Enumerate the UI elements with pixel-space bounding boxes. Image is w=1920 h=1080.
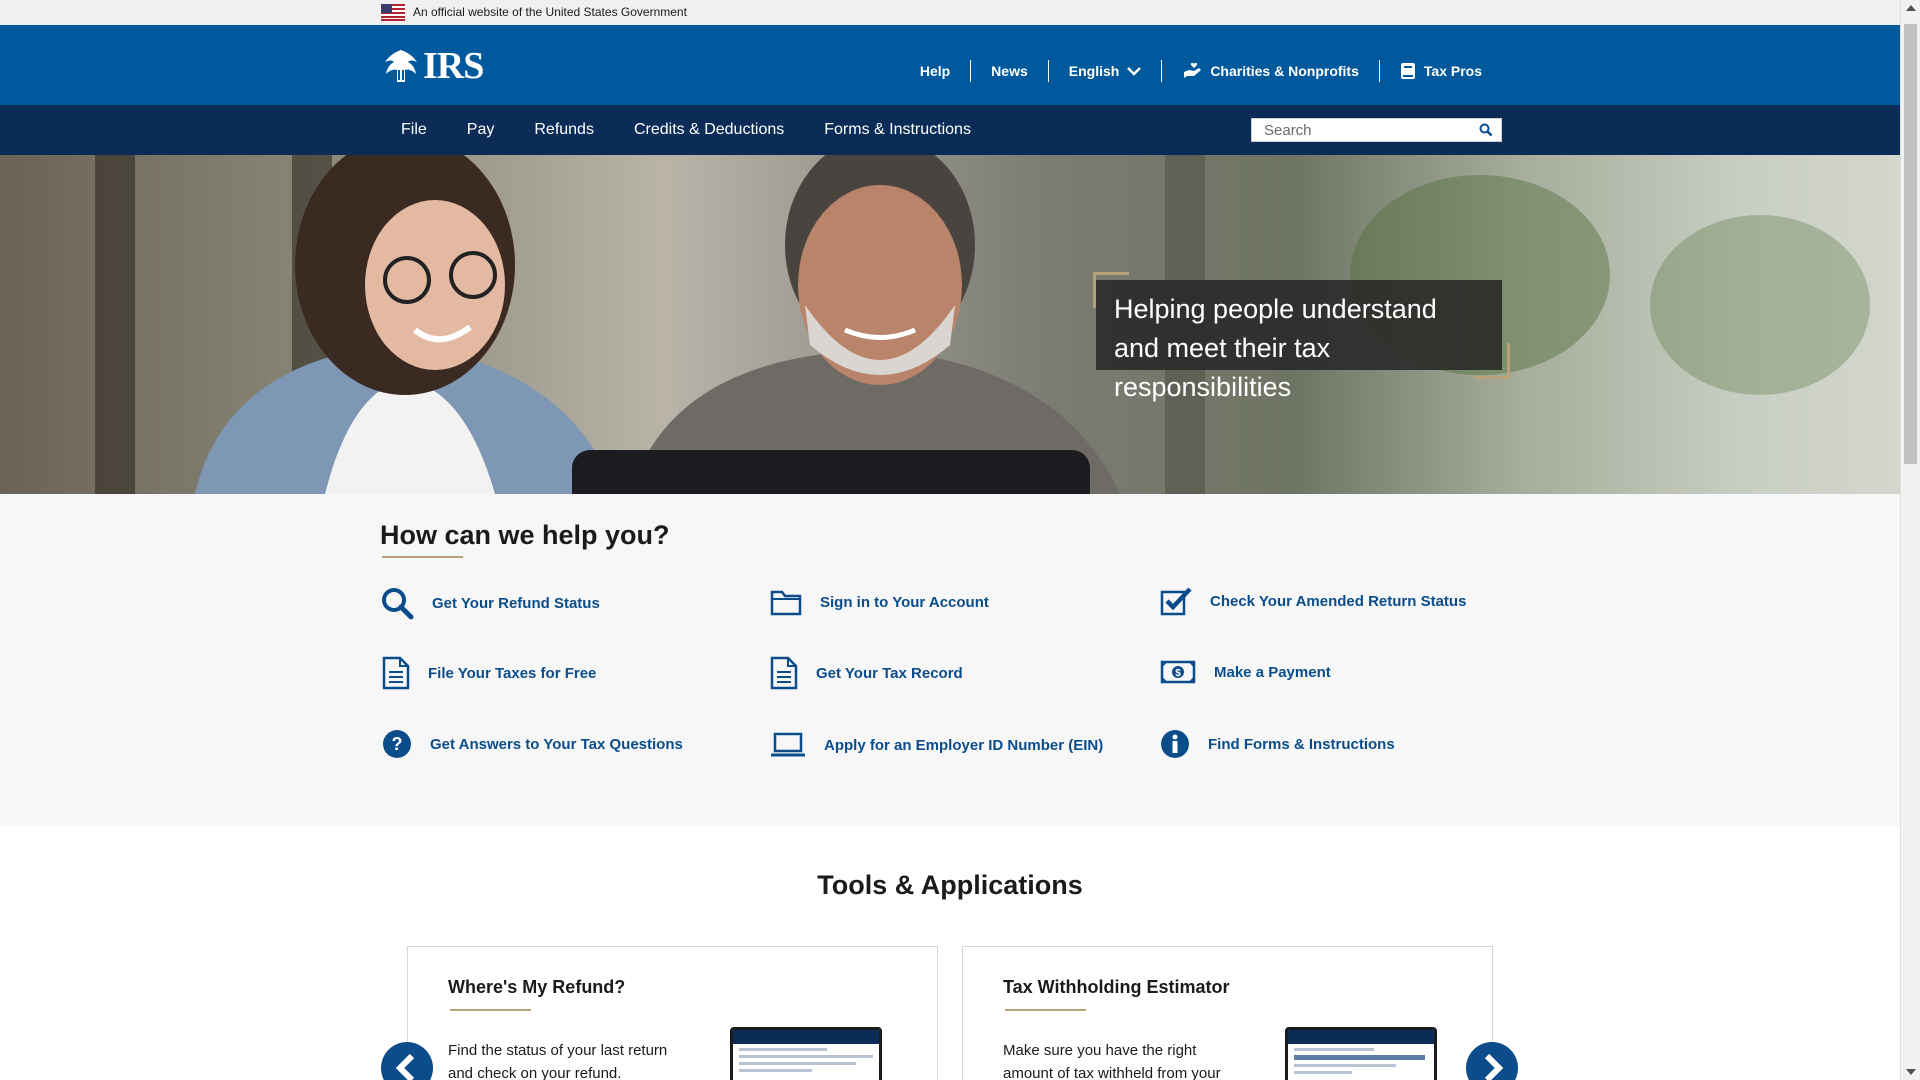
tool-card-title: Tax Withholding Estimator: [1003, 977, 1230, 997]
tools-section: Tools & Applications Where's My Refund? …: [0, 826, 1900, 1080]
help-link-apply-ein[interactable]: Apply for an Employer ID Number (EIN): [770, 732, 1103, 758]
chevron-right-icon: [1484, 1054, 1504, 1080]
nav-credits-deductions[interactable]: Credits & Deductions: [614, 121, 804, 139]
help-link-label: File Your Taxes for Free: [428, 664, 597, 682]
chevron-left-icon: [395, 1054, 415, 1080]
tool-card-screenshot: [730, 1027, 882, 1080]
tool-card-text: Find the status of your last return and …: [448, 1042, 668, 1080]
help-link-label: Apply for an Employer ID Number (EIN): [824, 736, 1104, 754]
folder-icon: [770, 590, 802, 616]
help-link-label: Sign in to Your Account: [820, 593, 989, 611]
language-label: English: [1068, 63, 1120, 79]
hero-laptop: [572, 450, 1090, 494]
search-icon: [382, 588, 414, 620]
heading-underline: [450, 1009, 531, 1011]
nav-file[interactable]: File: [381, 121, 447, 139]
money-icon: $: [1160, 660, 1196, 684]
help-link-label: Check Your Amended Return Status: [1210, 592, 1467, 610]
question-icon: ?: [383, 730, 411, 758]
help-heading: How can we help you?: [380, 520, 670, 550]
tool-card-text: Make sure you have the right amount of t…: [1003, 1042, 1221, 1080]
logo-text: IRS: [423, 45, 484, 87]
help-link-label: Get Your Refund Status: [432, 594, 600, 612]
checkbox-icon: [1160, 587, 1192, 616]
help-link-find-forms[interactable]: Find Forms & Instructions: [1160, 729, 1395, 759]
hero-plants: [1650, 215, 1870, 395]
eagle-icon: [385, 50, 417, 82]
heading-underline: [1005, 1009, 1086, 1011]
us-flag-icon: [381, 4, 405, 21]
gov-banner-text: An official website of the United States…: [413, 5, 687, 19]
help-link-file-free[interactable]: File Your Taxes for Free: [382, 656, 596, 690]
utility-nav: Help News English Charities & Nonprofits: [900, 60, 1502, 82]
hero-callout-text: Helping people understand and meet their…: [1114, 294, 1437, 402]
scrollbar-thumb[interactable]: [1904, 24, 1917, 464]
vertical-scrollbar[interactable]: [1900, 0, 1920, 1080]
heading-underline: [382, 556, 463, 558]
help-link-label: Find Forms & Instructions: [1208, 735, 1395, 753]
info-icon: [1161, 730, 1189, 758]
util-taxpros-link[interactable]: Tax Pros: [1378, 60, 1502, 82]
util-news-label: News: [991, 63, 1028, 79]
nav-refunds[interactable]: Refunds: [514, 121, 614, 139]
document-icon: [770, 656, 798, 690]
svg-text:?: ?: [392, 734, 403, 754]
site-header: IRS Help News English Charities & Nonpro…: [0, 25, 1900, 105]
help-link-amended-status[interactable]: Check Your Amended Return Status: [1160, 586, 1466, 616]
search-input[interactable]: [1252, 119, 1472, 141]
svg-text:$: $: [1175, 668, 1181, 679]
book-icon: [1400, 63, 1415, 79]
scroll-up-arrow-icon[interactable]: [1906, 5, 1916, 11]
tools-heading: Tools & Applications: [817, 870, 1083, 900]
tool-card-withholding-estimator[interactable]: Tax Withholding Estimator Make sure you …: [962, 946, 1493, 1080]
help-link-tax-questions[interactable]: ? Get Answers to Your Tax Questions: [382, 729, 683, 759]
hero-window-frame: [95, 155, 135, 494]
tool-card-title: Where's My Refund?: [448, 977, 626, 997]
help-link-label: Make a Payment: [1214, 663, 1331, 681]
util-news-link[interactable]: News: [970, 60, 1048, 82]
help-link-refund-status[interactable]: Get Your Refund Status: [380, 586, 600, 620]
hero-person-woman: [195, 155, 615, 494]
document-icon: [382, 656, 410, 690]
tool-card-wheres-my-refund[interactable]: Where's My Refund? Find the status of yo…: [407, 946, 938, 1080]
help-section: How can we help you? Get Your Refund Sta…: [0, 494, 1900, 826]
nav-pay[interactable]: Pay: [447, 121, 515, 139]
hand-heart-icon: [1184, 62, 1202, 78]
hero-banner: Helping people understand and meet their…: [0, 155, 1900, 494]
page: An official website of the United States…: [0, 0, 1900, 1080]
help-link-tax-record[interactable]: Get Your Tax Record: [770, 656, 963, 690]
scroll-down-arrow-icon[interactable]: [1906, 1069, 1916, 1075]
hero-callout: Helping people understand and meet their…: [1096, 280, 1502, 402]
util-charities-link[interactable]: Charities & Nonprofits: [1161, 60, 1379, 82]
util-help-link[interactable]: Help: [900, 60, 970, 82]
util-help-label: Help: [919, 63, 951, 79]
chevron-down-icon: [1127, 67, 1142, 76]
help-link-sign-in[interactable]: Sign in to Your Account: [770, 588, 989, 616]
search-box: [1251, 118, 1502, 142]
util-taxpros-label: Tax Pros: [1423, 63, 1482, 79]
gov-banner: An official website of the United States…: [0, 0, 1900, 25]
tool-card-screenshot: [1285, 1027, 1437, 1080]
search-icon[interactable]: [1479, 123, 1493, 137]
help-link-label: Get Answers to Your Tax Questions: [430, 735, 683, 753]
help-link-make-payment[interactable]: $ Make a Payment: [1160, 660, 1331, 684]
irs-logo[interactable]: IRS: [381, 45, 484, 87]
language-dropdown[interactable]: English: [1047, 60, 1162, 82]
hero-person-man: [630, 155, 1120, 494]
laptop-icon: [771, 732, 805, 757]
util-charities-label: Charities & Nonprofits: [1210, 63, 1359, 79]
callout-corner-decoration: [1474, 343, 1510, 379]
main-nav-links: File Pay Refunds Credits & Deductions Fo…: [381, 105, 991, 155]
nav-forms-instructions[interactable]: Forms & Instructions: [804, 121, 991, 139]
help-link-label: Get Your Tax Record: [816, 664, 963, 682]
main-nav: File Pay Refunds Credits & Deductions Fo…: [0, 105, 1900, 155]
